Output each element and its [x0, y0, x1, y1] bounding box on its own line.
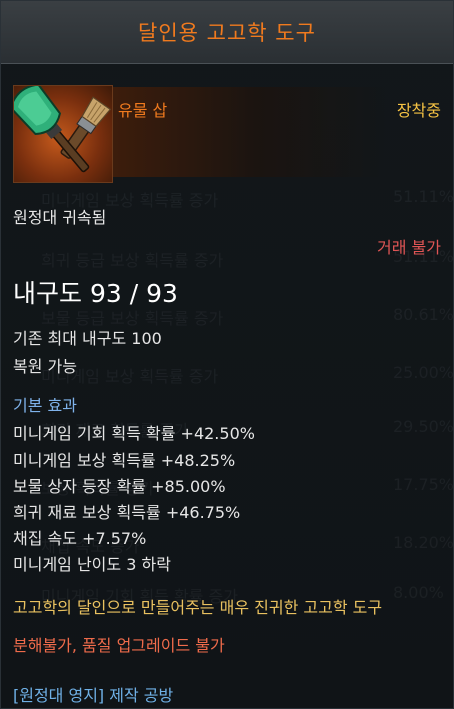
effect-line: 희귀 재료 보상 획득률 +46.75% [13, 503, 241, 522]
effect-line: 미니게임 기회 획득 확률 +42.50% [13, 424, 255, 443]
durability: 내구도 93 / 93 [13, 279, 178, 308]
flavor-text: 고고학의 달인으로 만들어주는 매우 진귀한 고고학 도구 [13, 598, 383, 617]
trade-restriction-label: 거래 불가 [377, 238, 441, 257]
effects-header: 기본 효과 [13, 396, 77, 415]
effect-line: 미니게임 보상 획득률 +48.25% [13, 451, 236, 470]
title-bar: 달인용 고고학 도구 [1, 1, 453, 64]
effect-line: 미니게임 난이도 3 하락 [13, 555, 171, 574]
item-name: 유물 삽 [118, 101, 168, 120]
bound-label: 원정대 귀속됨 [13, 208, 107, 227]
effect-line: 보물 상자 등장 확률 +85.00% [13, 477, 226, 496]
item-tooltip: 미니게임 보상 획득률 증가 51.11% 희귀 등급 보상 획득률 증가 51.1… [0, 0, 454, 709]
source-text: [원정대 영지] 제작 공방 [13, 686, 174, 705]
restriction-text: 분해불가, 품질 업그레이드 불가 [13, 636, 225, 655]
max-durability: 기존 최대 내구도 100 [13, 329, 162, 348]
equipped-label: 장착중 [396, 101, 441, 120]
shovel-and-brush-icon [9, 83, 113, 183]
repairable-label: 복원 가능 [13, 357, 77, 376]
effect-line: 채집 속도 +7.57% [13, 529, 147, 548]
item-title: 달인용 고고학 도구 [138, 21, 316, 45]
